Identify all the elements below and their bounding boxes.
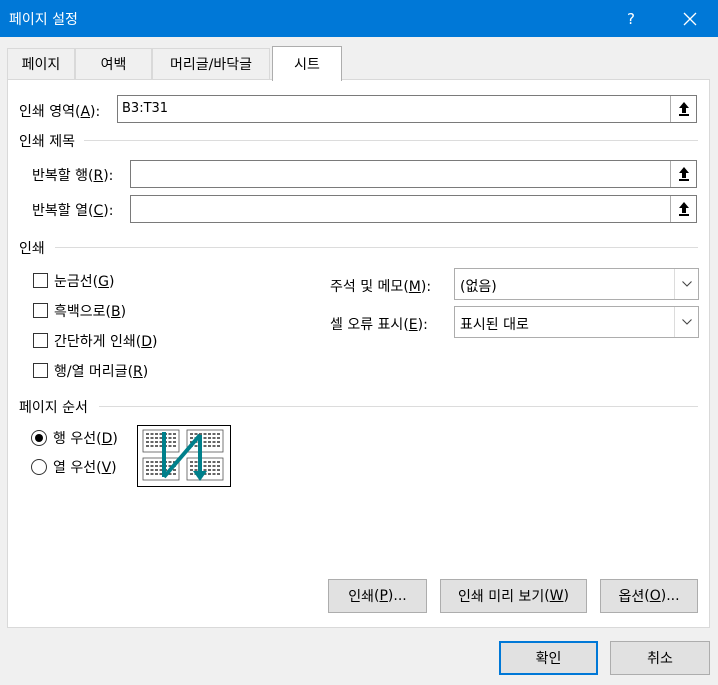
window-title: 페이지 설정 — [9, 12, 78, 28]
over-then-down-radio[interactable] — [31, 459, 47, 475]
title-bar: 페이지 설정 ? — [0, 0, 718, 37]
down-then-over-label[interactable]: 행 우선(D) — [53, 428, 118, 448]
gridlines-checkbox[interactable] — [33, 273, 48, 288]
label-text: 반복할 열 — [32, 203, 88, 219]
repeat-columns-label: 반복할 열(C): — [32, 203, 114, 219]
black-and-white-label[interactable]: 흑백으로(B) — [54, 301, 126, 321]
dropdown-button[interactable] — [674, 307, 698, 337]
page-order-group-label: 페이지 순서 — [19, 400, 88, 416]
range-select-button[interactable] — [670, 161, 696, 187]
draft-quality-label[interactable]: 간단하게 인쇄(D) — [54, 331, 157, 351]
cell-errors-value: 표시된 대로 — [460, 317, 529, 333]
group-separator — [99, 406, 698, 407]
tab-header-footer[interactable]: 머리글/바닥글 — [152, 48, 270, 79]
help-button[interactable]: ? — [613, 0, 649, 37]
page-order-preview-icon — [137, 425, 231, 487]
accelerator-key: C — [93, 203, 104, 219]
accelerator-key: E — [408, 317, 418, 333]
accelerator-key: P — [379, 588, 388, 604]
comments-value: (없음) — [460, 279, 497, 295]
comments-select[interactable]: (없음) — [454, 268, 699, 300]
cancel-button[interactable]: 취소 — [610, 641, 710, 675]
accelerator-key: V — [101, 460, 112, 476]
accelerator-key: M — [408, 279, 421, 295]
accelerator-key: B — [111, 304, 121, 320]
repeat-rows-label: 반복할 행(R): — [32, 168, 114, 184]
label-text: 눈금선 — [54, 274, 93, 290]
repeat-columns-input[interactable] — [130, 195, 697, 223]
accelerator-key: O — [649, 588, 661, 604]
print-area-value: B3:T31 — [122, 101, 169, 116]
chevron-down-icon — [681, 281, 692, 287]
group-separator — [55, 247, 698, 248]
collapse-dialog-icon — [678, 167, 689, 181]
sheet-panel: 인쇄 영역(A): B3:T31 인쇄 제목 반복할 행(R): 반복할 열(C… — [7, 79, 710, 628]
row-column-headings-label[interactable]: 행/열 머리글(R) — [54, 361, 148, 381]
close-icon — [683, 12, 697, 25]
tab-page[interactable]: 페이지 — [7, 48, 75, 79]
label-text: 행 우선 — [53, 431, 97, 447]
tab-label: 여백 — [100, 57, 127, 73]
accelerator-key: R — [93, 168, 104, 184]
button-label: 인쇄 — [348, 589, 374, 605]
gridlines-label[interactable]: 눈금선(G) — [54, 271, 114, 291]
print-area-label: 인쇄 영역(A): — [19, 104, 101, 120]
repeat-rows-input[interactable] — [130, 160, 697, 188]
accelerator-key: G — [98, 274, 109, 290]
dropdown-button[interactable] — [674, 269, 698, 299]
print-area-input[interactable]: B3:T31 — [117, 95, 697, 123]
print-button[interactable]: 인쇄(P)... — [328, 579, 427, 613]
cell-errors-select[interactable]: 표시된 대로 — [454, 306, 699, 338]
collapse-dialog-icon — [678, 202, 689, 216]
collapse-dialog-icon — [678, 102, 689, 116]
button-label: 인쇄 미리 보기 — [458, 589, 545, 605]
tab-label: 머리글/바닥글 — [170, 57, 252, 73]
accelerator-key: A — [80, 104, 91, 120]
draft-quality-checkbox[interactable] — [33, 333, 48, 348]
button-suffix: ... — [666, 588, 680, 604]
row-column-headings-checkbox[interactable] — [33, 363, 48, 378]
button-suffix: ... — [393, 588, 407, 604]
accelerator-key: D — [101, 431, 113, 447]
cell-errors-label: 셀 오류 표시(E): — [330, 317, 428, 333]
down-then-over-radio[interactable] — [31, 430, 47, 446]
label-text: 반복할 행 — [32, 168, 88, 184]
label-text: 열 우선 — [53, 460, 97, 476]
comments-label: 주석 및 메모(M): — [330, 279, 432, 295]
accelerator-key: D — [141, 334, 152, 350]
print-group-label: 인쇄 — [19, 241, 45, 257]
accelerator-key: R — [133, 364, 143, 380]
label-text: 흑백으로 — [54, 304, 106, 320]
group-separator — [84, 140, 698, 141]
range-select-button[interactable] — [670, 96, 696, 122]
chevron-down-icon — [681, 319, 692, 325]
over-then-down-label[interactable]: 열 우선(V) — [53, 457, 117, 477]
close-button[interactable] — [668, 0, 712, 37]
label-text: 인쇄 영역 — [19, 104, 75, 120]
label-text: 셀 오류 표시 — [330, 317, 404, 333]
black-and-white-checkbox[interactable] — [33, 303, 48, 318]
button-label: 옵션 — [618, 589, 645, 605]
label-text: 간단하게 인쇄 — [54, 334, 136, 350]
options-button[interactable]: 옵션(O)... — [600, 579, 698, 613]
print-preview-button[interactable]: 인쇄 미리 보기(W) — [440, 579, 587, 613]
tab-margins[interactable]: 여백 — [75, 48, 152, 79]
label-text: 행/열 머리글 — [54, 364, 128, 380]
label-text: 주석 및 메모 — [330, 279, 404, 295]
accelerator-key: W — [549, 588, 564, 604]
tab-label: 시트 — [294, 57, 320, 73]
tab-label: 페이지 — [21, 57, 61, 73]
print-titles-group-label: 인쇄 제목 — [19, 134, 75, 150]
range-select-button[interactable] — [670, 196, 696, 222]
ok-button[interactable]: 확인 — [499, 641, 598, 675]
tab-sheet[interactable]: 시트 — [272, 46, 342, 81]
